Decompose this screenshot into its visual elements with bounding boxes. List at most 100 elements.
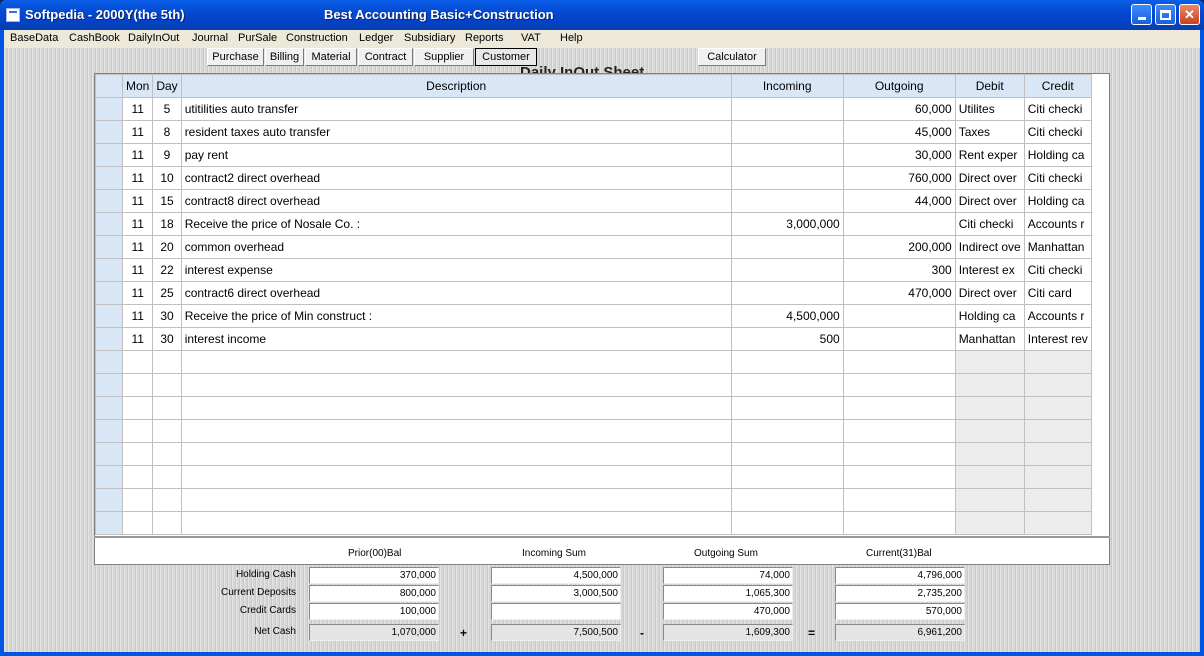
app-icon[interactable] (6, 8, 20, 22)
cell-description[interactable]: interest expense (180, 258, 732, 282)
col-header-outgoing[interactable]: Outgoing (842, 74, 956, 98)
minimize-button[interactable] (1131, 4, 1152, 25)
cell-incoming[interactable] (730, 350, 844, 374)
cell-mon[interactable] (121, 442, 154, 466)
cell-description[interactable] (180, 396, 732, 420)
menu-help[interactable]: Help (560, 32, 583, 44)
cell-debit[interactable]: Manhattan (954, 327, 1025, 351)
cell-mon[interactable] (121, 350, 154, 374)
col-header-description[interactable]: Description (180, 74, 732, 98)
title-bar[interactable]: Softpedia - 2000Y(the 5th) Best Accounti… (0, 0, 1204, 30)
table-row[interactable]: 11 9 pay rent 30,000 Rent exper Holding ca (95, 143, 1092, 167)
cell-mon[interactable]: 11 (121, 281, 154, 305)
row-selector[interactable] (95, 258, 123, 282)
cell-incoming[interactable] (730, 97, 844, 121)
cell-debit[interactable] (954, 396, 1025, 420)
daily-inout-grid[interactable]: Mon Day Description Incoming Outgoing De… (94, 73, 1110, 565)
menu-reports[interactable]: Reports (465, 32, 504, 44)
table-row[interactable]: 11 22 interest expense 300 Interest ex Citi c… (95, 258, 1092, 282)
cell-description[interactable] (180, 373, 732, 397)
cell-mon[interactable] (121, 419, 154, 443)
cell-mon[interactable] (121, 396, 154, 420)
cell-day[interactable]: 20 (152, 235, 182, 259)
table-row[interactable]: 11 20 common overhead 200,000 Indirect ove Ma… (95, 235, 1092, 259)
menu-basedata[interactable]: BaseData (10, 32, 58, 44)
row-selector[interactable] (95, 442, 123, 466)
cell-incoming[interactable]: 4,500,000 (730, 304, 844, 328)
cell-incoming[interactable] (730, 442, 844, 466)
cell-day[interactable]: 25 (152, 281, 182, 305)
cell-mon[interactable] (121, 488, 154, 512)
cell-mon[interactable] (121, 373, 154, 397)
holding-cash-current[interactable]: 4,796,000 (835, 567, 965, 584)
menu-dailyinout[interactable]: DailyInOut (128, 32, 179, 44)
cell-mon[interactable]: 11 (121, 189, 154, 213)
cell-outgoing[interactable] (842, 396, 956, 420)
cell-debit[interactable] (954, 511, 1025, 535)
cell-outgoing[interactable] (842, 212, 956, 236)
cell-outgoing[interactable] (842, 327, 956, 351)
row-selector[interactable] (95, 97, 123, 121)
cell-mon[interactable]: 11 (121, 120, 154, 144)
maximize-button[interactable] (1155, 4, 1176, 25)
table-row[interactable]: 11 25 contract6 direct overhead 470,000 Dire… (95, 281, 1092, 305)
cell-credit[interactable] (1023, 442, 1092, 466)
cell-mon[interactable] (121, 511, 154, 535)
close-button[interactable]: ✕ (1179, 4, 1200, 25)
cell-incoming[interactable] (730, 189, 844, 213)
menu-journal[interactable]: Journal (192, 32, 228, 44)
cell-debit[interactable]: Interest ex (954, 258, 1025, 282)
cell-day[interactable]: 30 (152, 304, 182, 328)
cell-day[interactable] (152, 488, 182, 512)
cell-credit[interactable] (1023, 488, 1092, 512)
cell-incoming[interactable]: 500 (730, 327, 844, 351)
contract-button[interactable]: Contract (358, 48, 413, 66)
table-row[interactable] (95, 350, 1092, 374)
row-selector[interactable] (95, 166, 123, 190)
table-row[interactable]: 11 30 interest income 500 Manhattan Interest … (95, 327, 1092, 351)
cell-mon[interactable]: 11 (121, 212, 154, 236)
cell-credit[interactable]: Accounts r (1023, 304, 1092, 328)
cell-description[interactable]: pay rent (180, 143, 732, 167)
row-selector[interactable] (95, 212, 123, 236)
credit-cards-incoming[interactable] (491, 603, 621, 620)
purchase-button[interactable]: Purchase (207, 48, 264, 66)
cell-incoming[interactable] (730, 488, 844, 512)
cell-description[interactable] (180, 488, 732, 512)
cell-description[interactable]: contract2 direct overhead (180, 166, 732, 190)
table-row[interactable] (95, 488, 1092, 512)
cell-day[interactable] (152, 511, 182, 535)
cell-incoming[interactable] (730, 373, 844, 397)
cell-outgoing[interactable]: 60,000 (842, 97, 956, 121)
cell-outgoing[interactable] (842, 350, 956, 374)
menu-vat[interactable]: VAT (521, 32, 541, 44)
cell-day[interactable]: 18 (152, 212, 182, 236)
cell-outgoing[interactable]: 760,000 (842, 166, 956, 190)
cell-credit[interactable]: Holding ca (1023, 143, 1092, 167)
cell-incoming[interactable] (730, 419, 844, 443)
row-selector[interactable] (95, 373, 123, 397)
cell-debit[interactable]: Direct over (954, 281, 1025, 305)
cell-day[interactable] (152, 350, 182, 374)
cell-mon[interactable]: 11 (121, 143, 154, 167)
cell-day[interactable] (152, 419, 182, 443)
cell-debit[interactable]: Direct over (954, 189, 1025, 213)
cell-debit[interactable] (954, 350, 1025, 374)
table-row[interactable]: 11 30 Receive the price of Min construct :… (95, 304, 1092, 328)
cell-mon[interactable]: 11 (121, 235, 154, 259)
cell-outgoing[interactable]: 470,000 (842, 281, 956, 305)
credit-cards-prior[interactable]: 100,000 (309, 603, 439, 620)
cell-day[interactable] (152, 396, 182, 420)
row-selector[interactable] (95, 281, 123, 305)
current-deposits-prior[interactable]: 800,000 (309, 585, 439, 602)
col-header-mon[interactable]: Mon (121, 74, 154, 98)
cell-day[interactable]: 10 (152, 166, 182, 190)
cell-incoming[interactable] (730, 465, 844, 489)
menu-subsidiary[interactable]: Subsidiary (404, 32, 455, 44)
table-row[interactable] (95, 442, 1092, 466)
cell-credit[interactable]: Interest rev (1023, 327, 1092, 351)
menu-pursale[interactable]: PurSale (238, 32, 277, 44)
holding-cash-prior[interactable]: 370,000 (309, 567, 439, 584)
table-row[interactable]: 11 15 contract8 direct overhead 44,000 Direc… (95, 189, 1092, 213)
current-deposits-incoming[interactable]: 3,000,500 (491, 585, 621, 602)
